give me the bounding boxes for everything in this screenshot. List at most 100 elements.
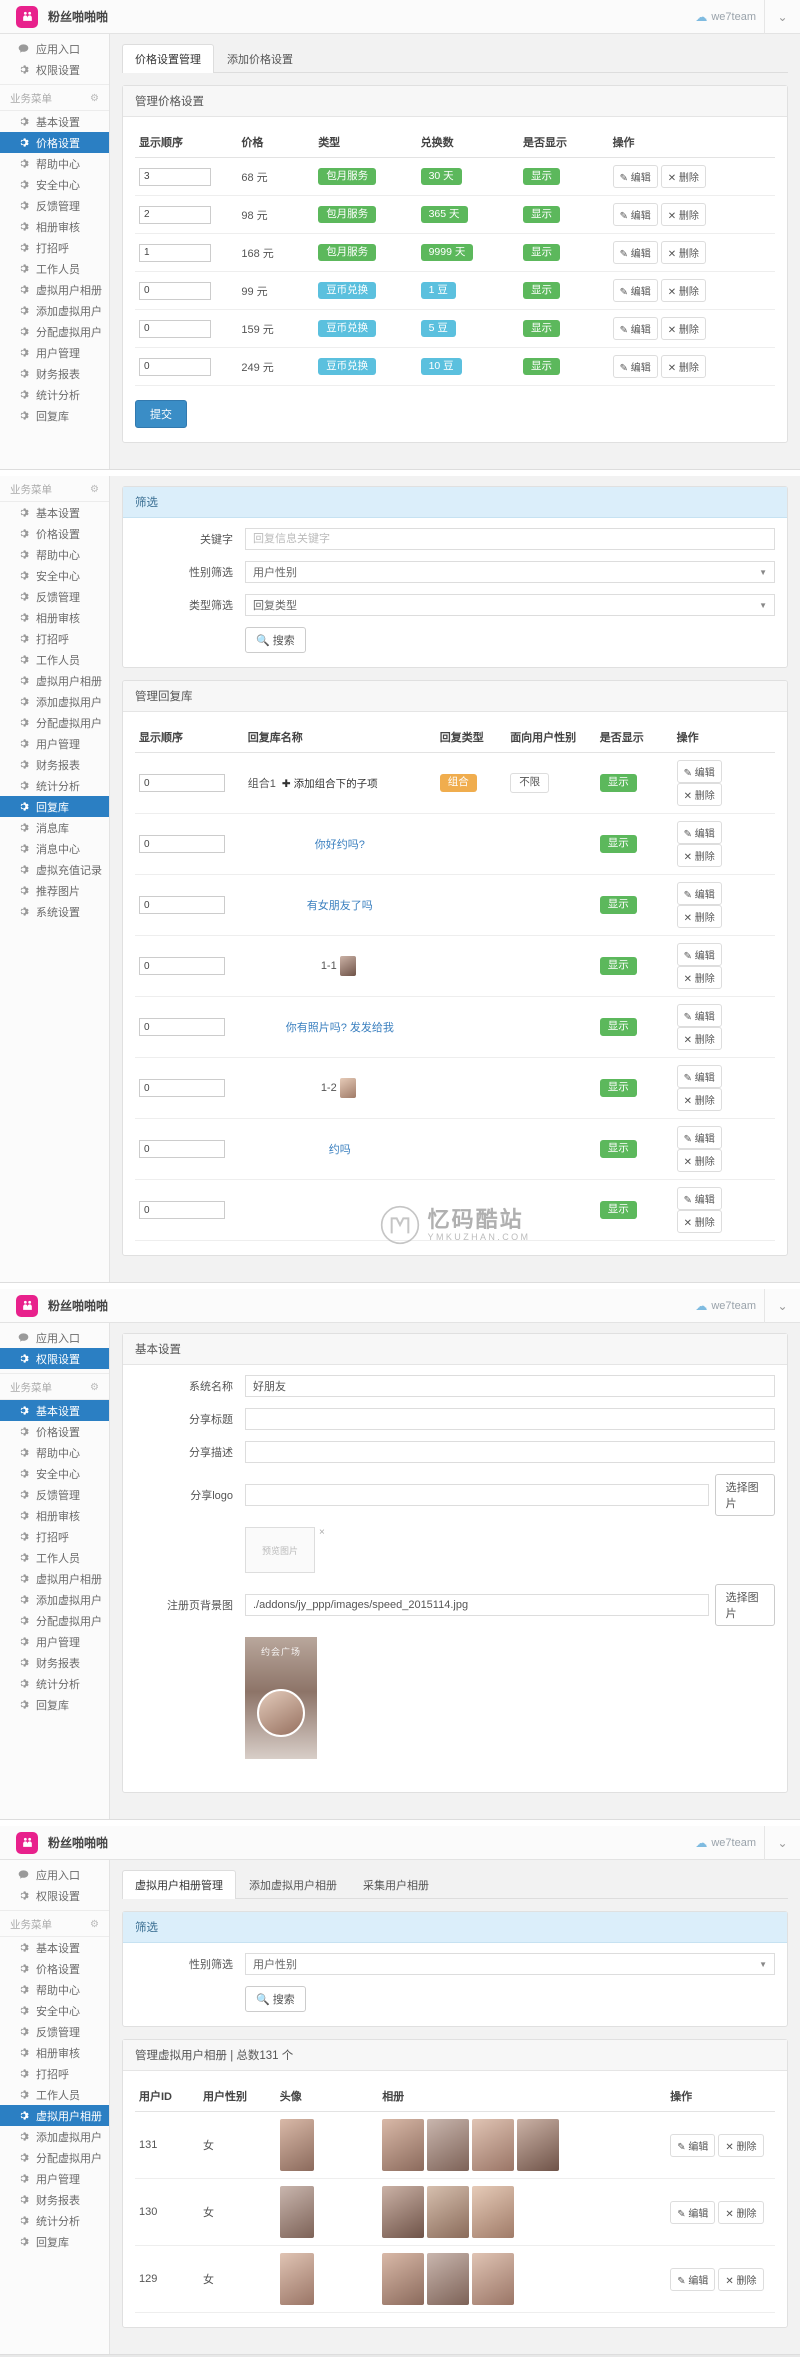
sidebar-item-价格设置[interactable]: 价格设置 <box>0 1421 109 1442</box>
order-input[interactable] <box>139 1140 225 1158</box>
sidebar-item-分配虚拟用户[interactable]: 分配虚拟用户 <box>0 321 109 342</box>
filter-select[interactable]: 用户性别▼ <box>245 561 775 583</box>
delete-button[interactable]: ✕ 删除 <box>661 203 706 226</box>
sidebar-item-分配虚拟用户[interactable]: 分配虚拟用户 <box>0 1610 109 1631</box>
search-button[interactable]: 🔍 搜索 <box>245 627 306 653</box>
reply-name-link[interactable]: 你有照片吗? <box>286 1022 347 1034</box>
sidebar-item-相册审核[interactable]: 相册审核 <box>0 607 109 628</box>
photo-thumbnail[interactable] <box>382 2119 424 2171</box>
sidebar-item-统计分析[interactable]: 统计分析 <box>0 775 109 796</box>
sidebar-item-app-entry[interactable]: 应用入口 <box>0 38 109 59</box>
settings-input[interactable] <box>245 1441 775 1463</box>
delete-button[interactable]: ✕ 删除 <box>718 2134 763 2157</box>
delete-button[interactable]: ✕ 删除 <box>718 2201 763 2224</box>
sidebar-item-用户管理[interactable]: 用户管理 <box>0 2168 109 2189</box>
account-info[interactable]: ☁ we7team <box>695 1836 764 1850</box>
sidebar-item-回复库[interactable]: 回复库 <box>0 1694 109 1715</box>
order-input[interactable] <box>139 320 211 338</box>
delete-button[interactable]: ✕ 删除 <box>677 844 722 867</box>
gear-icon[interactable]: ⚙ <box>90 484 99 495</box>
reply-name-link[interactable]: 约吗 <box>329 1144 351 1156</box>
delete-button[interactable]: ✕ 删除 <box>661 355 706 378</box>
choose-image-button[interactable]: 选择图片 <box>715 1474 775 1516</box>
sidebar-item-帮助中心[interactable]: 帮助中心 <box>0 544 109 565</box>
background-preview[interactable]: 约会广场 <box>245 1637 317 1759</box>
add-child-link[interactable]: ✚ 添加组合下的子项 <box>282 778 378 790</box>
photo-thumbnail[interactable] <box>472 2119 514 2171</box>
sidebar-item-消息库[interactable]: 消息库 <box>0 817 109 838</box>
sidebar-item-财务报表[interactable]: 财务报表 <box>0 754 109 775</box>
photo-thumbnail[interactable] <box>427 2119 469 2171</box>
choose-image-button[interactable]: 选择图片 <box>715 1584 775 1626</box>
sidebar-item-打招呼[interactable]: 打招呼 <box>0 1526 109 1547</box>
sidebar-item-app-entry[interactable]: 应用入口 <box>0 1864 109 1885</box>
filter-select[interactable]: 用户性别▼ <box>245 1953 775 1975</box>
sidebar-item-添加虚拟用户[interactable]: 添加虚拟用户 <box>0 691 109 712</box>
sidebar-item-打招呼[interactable]: 打招呼 <box>0 628 109 649</box>
sidebar-item-统计分析[interactable]: 统计分析 <box>0 1673 109 1694</box>
photo-thumbnail[interactable] <box>427 2186 469 2238</box>
sidebar-item-相册审核[interactable]: 相册审核 <box>0 2042 109 2063</box>
sidebar-item-虚拟用户相册[interactable]: 虚拟用户相册 <box>0 2105 109 2126</box>
delete-button[interactable]: ✕ 删除 <box>661 279 706 302</box>
sidebar-item-分配虚拟用户[interactable]: 分配虚拟用户 <box>0 712 109 733</box>
sidebar-item-app-entry[interactable]: 应用入口 <box>0 1327 109 1348</box>
delete-button[interactable]: ✕ 删除 <box>677 905 722 928</box>
edit-button[interactable]: ✎ 编辑 <box>677 760 722 783</box>
tab-album-add[interactable]: 添加虚拟用户相册 <box>236 1870 350 1899</box>
sidebar-item-permission[interactable]: 权限设置 <box>0 59 109 80</box>
order-input[interactable] <box>139 206 211 224</box>
sidebar-item-回复库[interactable]: 回复库 <box>0 2231 109 2252</box>
sidebar-item-安全中心[interactable]: 安全中心 <box>0 565 109 586</box>
sidebar-item-打招呼[interactable]: 打招呼 <box>0 237 109 258</box>
sidebar-item-工作人员[interactable]: 工作人员 <box>0 1547 109 1568</box>
order-input[interactable] <box>139 774 225 792</box>
photo-thumbnail[interactable] <box>340 956 356 976</box>
settings-input[interactable] <box>245 1408 775 1430</box>
photo-thumbnail[interactable] <box>280 2119 314 2171</box>
sidebar-item-虚拟充值记录[interactable]: 虚拟充值记录 <box>0 859 109 880</box>
chevron-down-icon[interactable]: ⌄ <box>764 0 800 34</box>
edit-button[interactable]: ✎ 编辑 <box>677 1065 722 1088</box>
logo-preview[interactable]: 预览图片 <box>245 1527 315 1573</box>
reply-name-link[interactable]: 你好约吗? <box>315 839 365 851</box>
photo-thumbnail[interactable] <box>517 2119 559 2171</box>
sidebar-item-推荐图片[interactable]: 推荐图片 <box>0 880 109 901</box>
delete-button[interactable]: ✕ 删除 <box>677 1149 722 1172</box>
sidebar-item-安全中心[interactable]: 安全中心 <box>0 1463 109 1484</box>
chevron-down-icon[interactable]: ⌄ <box>764 1826 800 1860</box>
edit-button[interactable]: ✎ 编辑 <box>613 317 658 340</box>
sidebar-item-基本设置[interactable]: 基本设置 <box>0 1400 109 1421</box>
sidebar-item-permission[interactable]: 权限设置 <box>0 1348 109 1369</box>
order-input[interactable] <box>139 1018 225 1036</box>
tab-price-add[interactable]: 添加价格设置 <box>214 44 306 73</box>
sidebar-item-消息中心[interactable]: 消息中心 <box>0 838 109 859</box>
tab-album-manage[interactable]: 虚拟用户相册管理 <box>122 1870 236 1899</box>
edit-button[interactable]: ✎ 编辑 <box>613 203 658 226</box>
sidebar-item-用户管理[interactable]: 用户管理 <box>0 1631 109 1652</box>
sidebar-item-反馈管理[interactable]: 反馈管理 <box>0 586 109 607</box>
chevron-down-icon[interactable]: ⌄ <box>764 1289 800 1323</box>
delete-button[interactable]: ✕ 删除 <box>661 241 706 264</box>
edit-button[interactable]: ✎ 编辑 <box>613 165 658 188</box>
order-input[interactable] <box>139 1201 225 1219</box>
photo-thumbnail[interactable] <box>382 2253 424 2305</box>
sidebar-item-财务报表[interactable]: 财务报表 <box>0 1652 109 1673</box>
sidebar-item-虚拟用户相册[interactable]: 虚拟用户相册 <box>0 1568 109 1589</box>
order-input[interactable] <box>139 957 225 975</box>
reply-name-link[interactable]: 有女朋友了吗 <box>307 900 373 912</box>
sidebar-item-添加虚拟用户[interactable]: 添加虚拟用户 <box>0 300 109 321</box>
photo-thumbnail[interactable] <box>280 2186 314 2238</box>
sidebar-item-价格设置[interactable]: 价格设置 <box>0 132 109 153</box>
tab-price-manage[interactable]: 价格设置管理 <box>122 44 214 73</box>
edit-button[interactable]: ✎ 编辑 <box>677 1004 722 1027</box>
sidebar-item-基本设置[interactable]: 基本设置 <box>0 111 109 132</box>
delete-button[interactable]: ✕ 删除 <box>677 783 722 806</box>
sidebar-item-安全中心[interactable]: 安全中心 <box>0 2000 109 2021</box>
edit-button[interactable]: ✎ 编辑 <box>613 279 658 302</box>
delete-button[interactable]: ✕ 删除 <box>661 317 706 340</box>
sidebar-item-分配虚拟用户[interactable]: 分配虚拟用户 <box>0 2147 109 2168</box>
photo-thumbnail[interactable] <box>280 2253 314 2305</box>
order-input[interactable] <box>139 358 211 376</box>
sidebar-item-回复库[interactable]: 回复库 <box>0 405 109 426</box>
